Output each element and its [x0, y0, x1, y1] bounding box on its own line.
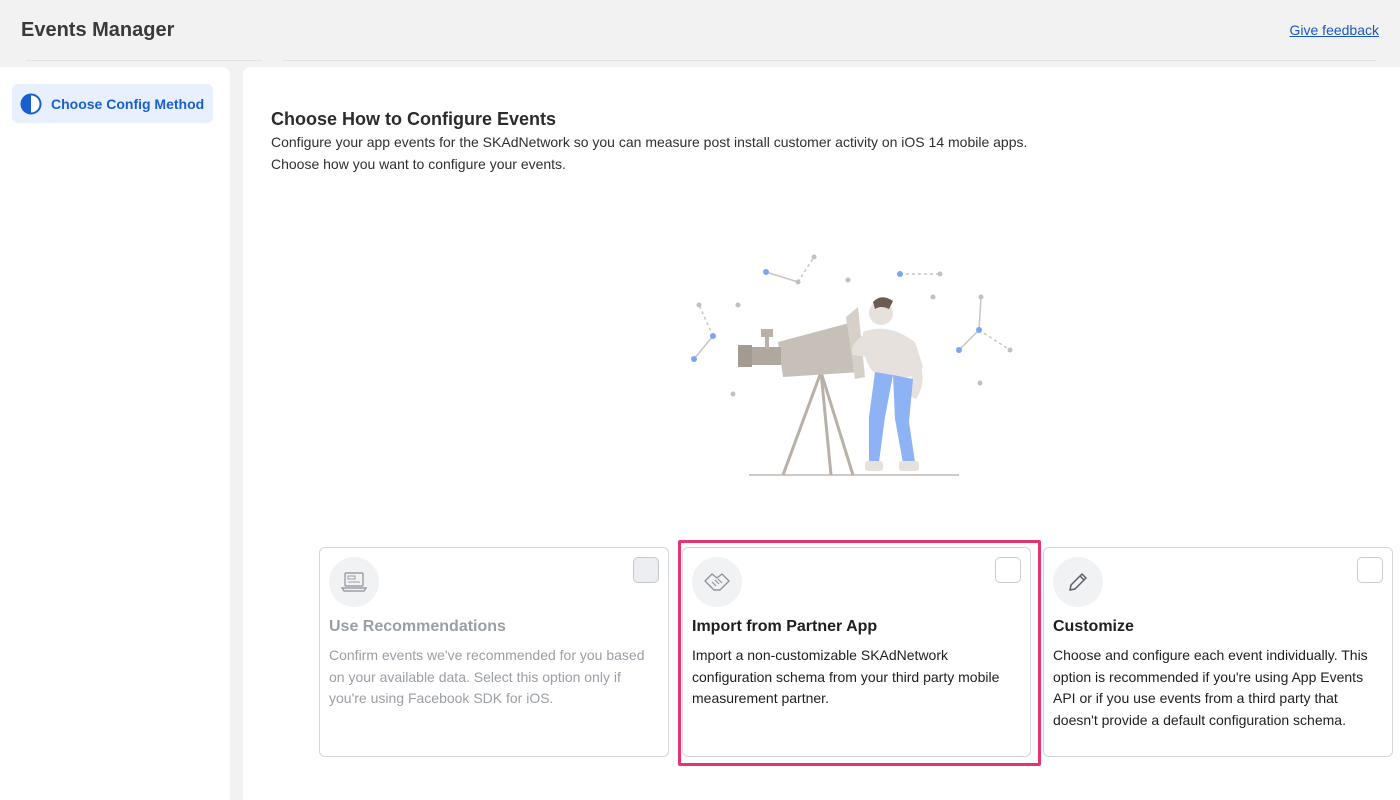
page-title: Choose How to Configure Events	[271, 109, 557, 129]
person-with-telescope-illustration	[683, 247, 1023, 487]
pencil-icon	[1053, 557, 1103, 607]
page-description: Choose how you want to configure your ev…	[271, 156, 566, 172]
option-description: Choose and configure each event individu…	[1053, 647, 1368, 728]
page-description: Configure your app events for the SKAdNe…	[271, 134, 1028, 150]
sidebar-item-choose-config-method[interactable]: Choose Config Method	[12, 84, 213, 123]
main-panel: Choose How to Configure Events Configure…	[243, 67, 1400, 800]
app-title: Events Manager	[21, 19, 175, 41]
top-bar: Events Manager Give feedback	[0, 0, 1400, 62]
option-card-customize[interactable]: Customize Choose and configure each even…	[1043, 547, 1393, 757]
give-feedback-link[interactable]: Give feedback	[1290, 22, 1380, 38]
option-checkbox[interactable]	[633, 557, 659, 583]
divider	[26, 60, 262, 61]
handshake-icon	[692, 557, 742, 607]
option-checkbox[interactable]	[995, 557, 1021, 583]
divider	[283, 60, 1376, 61]
option-title: Customize	[1053, 618, 1134, 635]
sidebar: Choose Config Method	[0, 67, 230, 800]
sidebar-item-label: Choose Config Method	[51, 95, 205, 112]
option-checkbox[interactable]	[1357, 557, 1383, 583]
laptop-icon	[329, 557, 379, 607]
option-description: Confirm events we've recommended for you…	[329, 647, 645, 706]
option-title: Use Recommendations	[329, 618, 506, 635]
option-card-use-recommendations[interactable]: Use Recommendations Confirm events we've…	[319, 547, 669, 757]
half-circle-icon	[20, 93, 42, 115]
option-card-import-from-partner-app[interactable]: Import from Partner App Import a non-cus…	[682, 547, 1031, 757]
option-description: Import a non-customizable SKAdNetwork co…	[692, 647, 1000, 706]
option-title: Import from Partner App	[692, 618, 878, 635]
